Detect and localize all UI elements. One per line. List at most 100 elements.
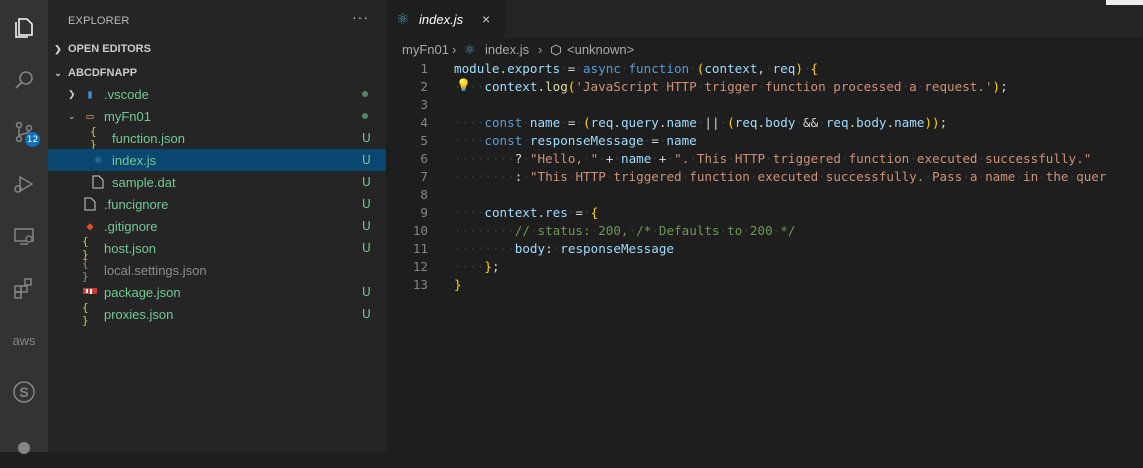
tree-item-label: .funcignore: [104, 196, 169, 212]
tree-item-label: index.js: [112, 152, 157, 168]
json-icon: { }: [82, 235, 89, 261]
notification-strip: [1106, 0, 1143, 5]
tree-item-function-json[interactable]: { } function.json U: [48, 125, 386, 151]
tree-item-proxies-json[interactable]: { } proxies.json U: [48, 301, 386, 327]
aws-icon[interactable]: aws: [0, 316, 48, 364]
remote-explorer-icon[interactable]: [0, 212, 48, 260]
run-debug-icon[interactable]: [0, 160, 48, 208]
line-number: 11: [412, 241, 428, 256]
tree-item-host-json[interactable]: { } host.json U: [48, 235, 386, 261]
code-editor[interactable]: 1 2 3 4 5 6 7 8 9 10 11 12 13 module.exports·=·async…: [386, 60, 1143, 452]
chevron-right-icon: ❯: [54, 43, 62, 54]
code-line: ····context.log('JavaScript·HTTP·trigger…: [454, 79, 1008, 94]
source-control-icon[interactable]: 12: [0, 108, 48, 156]
tree-item-label: host.json: [104, 240, 157, 256]
code-line: ····context.res·=·{: [454, 205, 599, 220]
line-number: 10: [412, 223, 428, 238]
tree-item-label: .gitignore: [104, 218, 158, 234]
code-line: ········body:·responseMessage: [454, 241, 675, 256]
line-number: 12: [412, 259, 428, 274]
tree-item-sample-dat[interactable]: sample.dat U: [48, 171, 386, 193]
tree-item-label: package.json: [104, 284, 181, 300]
tree-item-label: sample.dat: [112, 174, 176, 190]
chevron-down-icon: ⌄: [68, 110, 76, 121]
explorer-title: EXPLORER: [68, 15, 130, 27]
status-badge: U: [362, 153, 371, 167]
tree-item-gitignore[interactable]: ◆ .gitignore U: [48, 215, 386, 237]
explorer-icon[interactable]: [0, 4, 48, 52]
tree-item-label: local.settings.json: [104, 262, 207, 278]
line-number: 5: [420, 133, 428, 148]
explorer-sidebar: EXPLORER ··· ❯ OPEN EDITORS ⌄ ABCDFNAPP …: [48, 0, 386, 452]
tree-item-vscode[interactable]: ❯ ▮ .vscode: [48, 83, 386, 105]
more-actions-icon[interactable]: ···: [352, 9, 369, 25]
file-icon: [90, 174, 106, 190]
line-number: 6: [420, 151, 428, 166]
activity-bar: 12 aws S: [0, 0, 48, 454]
project-section[interactable]: ⌄ ABCDFNAPP: [48, 62, 386, 84]
tree-item-myfn01[interactable]: ⌄ ▭ myFn01: [48, 105, 386, 127]
status-badge: U: [362, 131, 371, 145]
breadcrumb: myFn01 › ⚛ index.js › <unknown>: [386, 38, 1143, 60]
scm-badge: 12: [25, 132, 40, 147]
s-icon[interactable]: S: [0, 368, 48, 416]
breadcrumb-file[interactable]: index.js: [485, 42, 529, 57]
code-line: ········?·"Hello,·"·+·name·+·".·This·HTT…: [454, 151, 1092, 166]
line-number: 1: [420, 61, 428, 76]
line-number: 8: [420, 187, 428, 202]
tab-bar: ⚛ index.js ×: [386, 0, 1143, 38]
search-icon[interactable]: [0, 56, 48, 104]
json-icon: { }: [82, 257, 89, 283]
line-number: 3: [420, 97, 428, 112]
tree-item-local-settings-json[interactable]: { } local.settings.json: [48, 257, 386, 283]
status-badge: U: [362, 241, 371, 255]
tree-item-label: function.json: [112, 130, 185, 146]
status-badge: U: [362, 197, 371, 211]
json-icon: { }: [82, 301, 89, 327]
chevron-right-icon: ›: [452, 42, 457, 57]
tree-item-package-json[interactable]: package.json U: [48, 281, 386, 303]
breadcrumb-symbol[interactable]: <unknown>: [567, 42, 634, 57]
project-label: ABCDFNAPP: [68, 67, 138, 79]
breadcrumb-folder[interactable]: myFn01: [402, 42, 449, 57]
line-number: 7: [420, 169, 428, 184]
code-line: module.exports·=·async·function·(context…: [454, 61, 819, 76]
tree-item-index-js[interactable]: ⚛ index.js U: [48, 149, 386, 171]
status-dot: [362, 113, 368, 119]
symbol-icon: [550, 42, 562, 59]
folder-open-icon: ▭: [86, 109, 94, 123]
close-icon[interactable]: ×: [482, 11, 490, 27]
react-icon: ⚛: [464, 42, 476, 57]
code-line: ········//·status:·200,·/*·Defaults·to·2…: [454, 223, 796, 238]
status-badge: U: [362, 175, 371, 189]
chevron-down-icon: ⌄: [54, 67, 62, 78]
lightbulb-icon[interactable]: 💡: [456, 78, 471, 92]
open-editors-section[interactable]: ❯ OPEN EDITORS: [48, 38, 386, 60]
code-line: ····const·responseMessage·=·name: [454, 133, 697, 148]
react-icon: ⚛: [93, 152, 103, 168]
code-line: ····};: [454, 259, 500, 274]
json-icon: { }: [90, 125, 97, 151]
line-number: 2: [420, 79, 428, 94]
tree-item-label: myFn01: [104, 108, 151, 124]
npm-icon: [82, 284, 98, 300]
status-badge: U: [362, 285, 371, 299]
chevron-right-icon: ›: [538, 42, 543, 57]
status-badge: U: [362, 307, 371, 321]
more-icon[interactable]: [0, 420, 48, 468]
line-number: 4: [420, 115, 428, 130]
aws-label: aws: [12, 332, 36, 348]
tree-item-label: proxies.json: [104, 306, 174, 322]
line-number: 13: [412, 277, 428, 292]
tab-index-js[interactable]: ⚛ index.js ×: [386, 0, 505, 38]
status-dot: [362, 91, 368, 97]
tree-item-funcignore[interactable]: .funcignore U: [48, 193, 386, 215]
code-line: }: [454, 277, 462, 292]
open-editors-label: OPEN EDITORS: [68, 43, 151, 55]
tab-label: index.js: [419, 12, 464, 27]
code-line: ········:·"This·HTTP·triggered·function·…: [454, 169, 1107, 184]
file-icon: [82, 196, 98, 212]
s-label: S: [19, 384, 29, 400]
code-line: ····const·name·=·(req.query.name·||·(req…: [454, 115, 948, 130]
extensions-icon[interactable]: [0, 264, 48, 312]
